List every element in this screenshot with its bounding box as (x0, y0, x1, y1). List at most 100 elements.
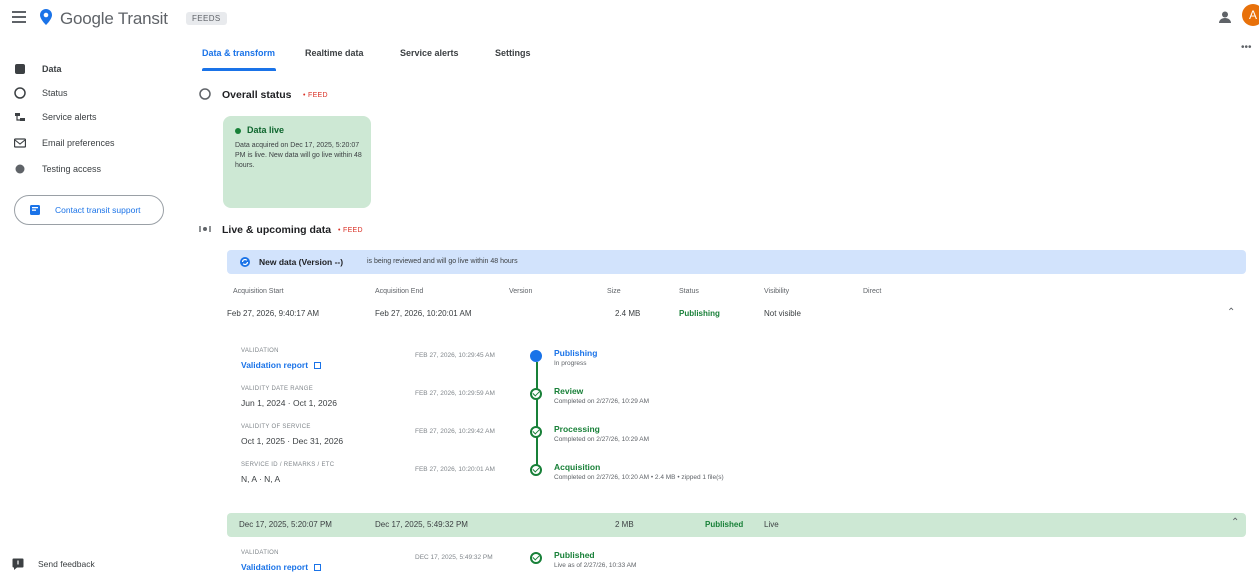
sidebar-item-label: Testing access (42, 164, 102, 174)
overall-status-title: Overall status (222, 89, 292, 101)
timeline-step: SERVICE ID / REMARKS / ETC N, A · N, A F… (241, 462, 1241, 492)
acquisition-end: Dec 17, 2025, 5:49:32 PM (375, 520, 468, 529)
timeline-step-title: Acquisition (554, 462, 601, 472)
column-header: Acquisition End (375, 288, 424, 295)
timeline-label: VALIDITY OF SERVICE (241, 424, 311, 430)
sidebar-item-service-alerts[interactable]: Service alerts (0, 105, 190, 129)
sidebar-item-label: Data (42, 64, 62, 74)
column-header: Size (607, 288, 621, 295)
testing-icon (15, 164, 25, 174)
menu-icon[interactable] (12, 11, 26, 23)
live-upcoming-title: Live & upcoming data (222, 224, 332, 236)
tab-data-transform[interactable]: Data & transform (202, 48, 275, 58)
timeline-label: VALIDITY DATE RANGE (241, 386, 314, 392)
timeline-value: Oct 1, 2025 · Dec 31, 2026 (241, 436, 344, 446)
sidebar-item-data[interactable]: Data (0, 57, 190, 81)
avatar[interactable]: A (1242, 4, 1259, 26)
sidebar-item-email-preferences[interactable]: Email preferences (0, 131, 190, 155)
sidebar-item-status[interactable]: Status (0, 81, 190, 105)
check-icon (530, 552, 542, 564)
timeline-time: FEB 27, 2026, 10:20:01 AM (415, 466, 495, 473)
contact-button-label: Contact transit support (55, 205, 141, 215)
acquisition-start: Feb 27, 2026, 9:40:17 AM (227, 309, 320, 318)
banner-title: New data (Version --) (259, 257, 344, 267)
status-icon (14, 87, 26, 99)
live-dot-icon (235, 128, 241, 134)
table-row[interactable]: Dec 17, 2025, 5:20:07 PM Dec 17, 2025, 5… (227, 513, 1246, 537)
sidebar: Data Status Service alerts Email prefere… (0, 36, 190, 577)
timeline-line (536, 362, 538, 474)
check-icon (530, 464, 542, 476)
sidebar-item-label: Status (42, 88, 68, 98)
timeline-step-title: Publishing (554, 348, 598, 358)
size: 2 MB (615, 520, 634, 529)
timeline-step: VALIDATION Validation report FEB 27, 202… (241, 348, 1241, 378)
status: Published (705, 520, 744, 529)
validation-report-label: Validation report (241, 360, 309, 370)
database-icon (15, 64, 25, 74)
banner-text: is being reviewed and will go live withi… (367, 258, 518, 265)
timeline-current-icon (530, 350, 542, 362)
timeline-step-title: Review (554, 386, 584, 396)
alerts-icon (15, 113, 25, 121)
column-header: Acquisition Start (233, 288, 284, 295)
chevron-up-icon[interactable]: ⌃ (1227, 307, 1235, 318)
timeline-time: FEB 27, 2026, 10:29:59 AM (415, 390, 495, 397)
transit-logo-icon (40, 9, 52, 25)
validation-report-link[interactable]: Validation report (241, 562, 322, 572)
environment-chip: FEEDS (186, 12, 227, 25)
new-data-banner: New data (Version --) is being reviewed … (227, 250, 1246, 274)
timeline-label: VALIDATION (241, 550, 279, 556)
sync-icon (240, 257, 250, 267)
timeline-label: SERVICE ID / REMARKS / ETC (241, 462, 335, 468)
sidebar-item-testing-access[interactable]: Testing access (0, 157, 190, 181)
size: 2.4 MB (615, 309, 641, 318)
timeline-step-sub: Live as of 2/27/26, 10:33 AM (554, 562, 637, 569)
timeline-step-sub: Completed on 2/27/26, 10:29 AM (554, 398, 650, 405)
visibility: Not visible (764, 309, 801, 318)
data-live-text: Data acquired on Dec 17, 2025, 5:20:07 P… (235, 142, 362, 169)
status-icon (199, 88, 211, 100)
timeline-value: Jun 1, 2024 · Oct 1, 2026 (241, 398, 337, 408)
timeline-time: DEC 17, 2025, 5:49:32 PM (415, 554, 493, 561)
timeline-step-sub: In progress (554, 360, 587, 367)
timeline-step: VALIDATION Validation report DEC 17, 202… (241, 550, 1241, 577)
table-header: Acquisition Start Acquisition End Versio… (227, 288, 1246, 302)
timeline-step: VALIDITY OF SERVICE Oct 1, 2025 · Dec 31… (241, 424, 1241, 454)
timeline-value: N, A · N, A (241, 474, 281, 484)
tab-service-alerts[interactable]: Service alerts (400, 48, 459, 58)
column-header: Status (679, 288, 699, 295)
column-header: Version (509, 288, 533, 295)
top-bar: Google Transit FEEDS A (0, 0, 1259, 36)
table-row[interactable]: Feb 27, 2026, 9:40:17 AM Feb 27, 2026, 1… (227, 307, 1246, 325)
column-header: Visibility (764, 288, 790, 295)
feedback-icon (12, 558, 24, 570)
timeline-step-sub: Completed on 2/27/26, 10:29 AM (554, 436, 650, 443)
status: Publishing (679, 309, 720, 318)
email-icon (14, 138, 26, 148)
account-icon[interactable] (1218, 10, 1232, 24)
chevron-up-icon[interactable]: ⌃ (1231, 517, 1239, 528)
data-live-card: Data live Data acquired on Dec 17, 2025,… (223, 116, 371, 208)
tab-bar: Data & transform Realtime data Service a… (190, 36, 1240, 76)
sidebar-item-label: Service alerts (42, 112, 97, 122)
more-options-icon[interactable]: ••• (1241, 42, 1252, 53)
column-header: Direct (863, 288, 882, 295)
timeline-time: FEB 27, 2026, 10:29:42 AM (415, 428, 495, 435)
check-icon (530, 388, 542, 400)
contact-transit-support-button[interactable]: Contact transit support (14, 195, 164, 225)
active-tab-indicator (202, 68, 276, 71)
validation-report-label: Validation report (241, 562, 309, 572)
send-feedback-button[interactable]: Send feedback (12, 558, 95, 570)
timeline-step-title: Processing (554, 424, 600, 434)
live-data-icon (199, 226, 211, 232)
support-icon (30, 205, 40, 215)
open-external-icon (314, 564, 322, 572)
data-live-title: Data live (247, 125, 285, 135)
sidebar-item-label: Email preferences (42, 138, 115, 148)
visibility: Live (764, 520, 779, 529)
validation-report-link[interactable]: Validation report (241, 360, 322, 370)
open-external-icon (314, 362, 322, 370)
tab-settings[interactable]: Settings (495, 48, 531, 58)
tab-realtime-data[interactable]: Realtime data (305, 48, 364, 58)
